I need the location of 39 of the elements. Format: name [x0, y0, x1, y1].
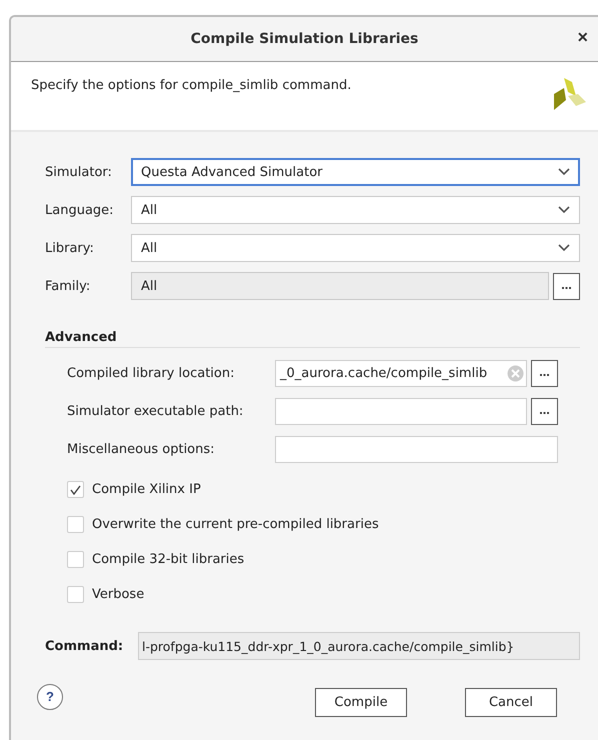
checkbox[interactable]: [67, 586, 84, 603]
field-label: Library:: [45, 240, 95, 256]
input-field[interactable]: [275, 436, 558, 462]
browse-button[interactable]: [531, 398, 558, 424]
browse-button[interactable]: [531, 360, 558, 386]
compile-button[interactable]: Compile: [315, 688, 407, 717]
field-label: Language:: [45, 202, 115, 218]
checkbox[interactable]: [67, 551, 84, 568]
cancel-button[interactable]: Cancel: [465, 688, 557, 717]
chevron-down-icon: [558, 168, 570, 176]
checkmark-icon: [70, 484, 81, 494]
help-button[interactable]: ?: [37, 684, 63, 710]
checkbox[interactable]: [67, 516, 84, 533]
checkbox-label: Compile Xilinx IP: [92, 482, 201, 497]
field-label: Compiled library location:: [67, 366, 236, 380]
chevron-down-icon: [558, 206, 570, 214]
field-label: Simulator:: [45, 164, 113, 180]
browse-button[interactable]: [553, 272, 580, 300]
field-label: Miscellaneous options:: [67, 442, 216, 456]
dropdown[interactable]: Questa Advanced Simulator: [131, 158, 580, 186]
family-field[interactable]: All: [131, 272, 549, 300]
checkbox-label: Compile 32-bit libraries: [92, 552, 244, 567]
section-title: Advanced: [45, 330, 580, 348]
input-field[interactable]: _0_aurora.cache/compile_simlib: [275, 360, 527, 386]
close-button[interactable]: ×: [573, 27, 592, 48]
checkbox-label: Verbose: [92, 587, 144, 602]
checkbox[interactable]: [67, 481, 84, 498]
command-field: l-profpga-ku115_ddr-xpr_1_0_aurora.cache/compile_simlib}: [138, 632, 580, 660]
description-text: Specify the options for compile_simlib command.: [31, 78, 352, 95]
chevron-down-icon: [558, 244, 570, 252]
checkbox-label: Overwrite the current pre-compiled libraries: [92, 517, 379, 532]
window-title: Compile Simulation Libraries: [190, 31, 418, 47]
input-field[interactable]: [275, 398, 527, 424]
command-label: Command:: [45, 638, 124, 654]
field-label: Family:: [45, 278, 92, 294]
field-label: Simulator executable path:: [67, 404, 244, 418]
clear-icon[interactable]: [507, 364, 524, 382]
dropdown[interactable]: All: [131, 234, 580, 262]
dropdown[interactable]: All: [131, 196, 580, 224]
